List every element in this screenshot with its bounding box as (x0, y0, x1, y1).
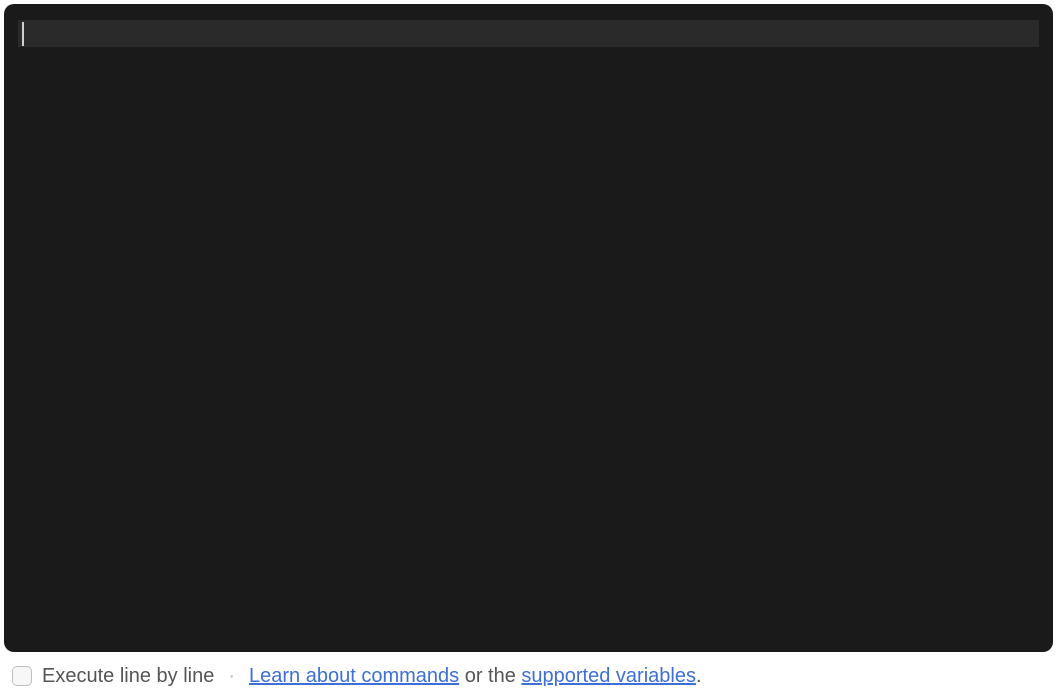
help-mid-text: or the (459, 665, 521, 687)
execute-line-by-line-checkbox[interactable] (12, 666, 32, 686)
execute-line-by-line-label[interactable]: Execute line by line (42, 662, 214, 690)
text-cursor (22, 22, 24, 46)
code-editor[interactable] (4, 4, 1053, 652)
footer-bar: Execute line by line · Learn about comma… (4, 652, 1053, 690)
editor-active-line[interactable] (18, 20, 1039, 47)
help-period: . (696, 665, 702, 687)
separator-dot: · (224, 662, 239, 690)
help-text: Learn about commands or the supported va… (249, 662, 702, 690)
learn-commands-link[interactable]: Learn about commands (249, 665, 459, 687)
supported-variables-link[interactable]: supported variables (521, 665, 696, 687)
